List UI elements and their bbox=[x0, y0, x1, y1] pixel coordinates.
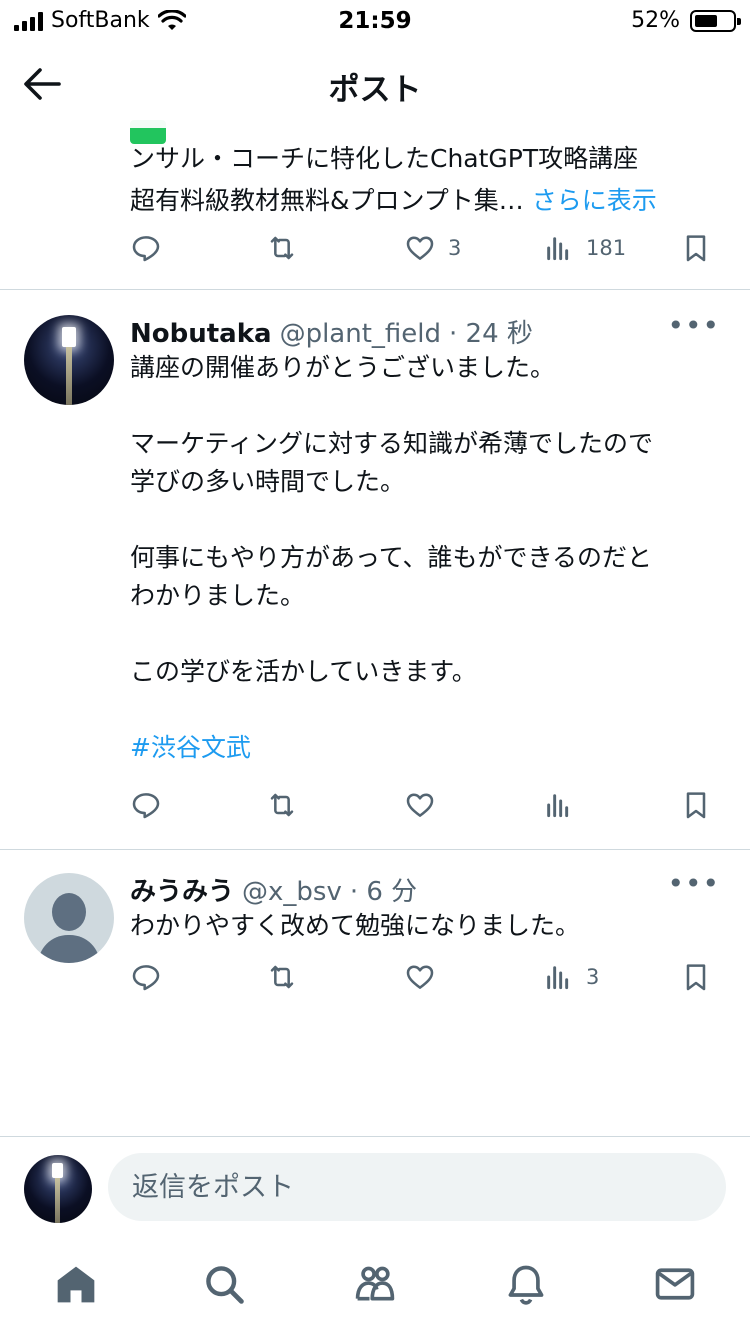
post-header: みうみう @x_bsv · 6 分 bbox=[130, 871, 417, 908]
views-button[interactable] bbox=[542, 783, 574, 827]
post-text-line: わかりやすく改めて勉強になりました。 bbox=[130, 911, 581, 940]
reply-composer bbox=[0, 1136, 750, 1240]
battery-percent: 52% bbox=[631, 8, 680, 33]
user-handle[interactable]: @plant_field bbox=[280, 319, 441, 349]
post-text-line: 何事にもやり方があって、誰もができるのだと bbox=[130, 543, 653, 572]
battery-icon bbox=[690, 9, 741, 32]
search-icon bbox=[206, 1266, 244, 1304]
views-button[interactable]: 181 bbox=[542, 226, 626, 270]
tab-communities[interactable] bbox=[351, 1260, 399, 1308]
post-text-line bbox=[130, 501, 730, 539]
post-header: Nobutaka @plant_field · 24 秒 bbox=[130, 313, 533, 350]
reply-button[interactable] bbox=[130, 955, 162, 999]
avatar bbox=[24, 1155, 92, 1223]
repost-icon bbox=[270, 236, 294, 260]
tab-notifications[interactable] bbox=[502, 1260, 550, 1308]
like-button[interactable]: 3 bbox=[404, 226, 461, 270]
more-options-icon[interactable]: ••• bbox=[667, 309, 720, 342]
page-title: ポスト bbox=[328, 72, 422, 108]
views-icon bbox=[547, 966, 569, 990]
display-name[interactable]: みうみう bbox=[130, 871, 234, 908]
reply-input[interactable] bbox=[108, 1153, 726, 1221]
post-text-line bbox=[130, 387, 730, 425]
post-actions: 3 bbox=[130, 955, 720, 999]
repost-button[interactable] bbox=[266, 226, 298, 270]
like-button[interactable] bbox=[404, 955, 436, 999]
heart-icon bbox=[406, 793, 434, 817]
bookmark-icon bbox=[686, 235, 706, 262]
post-time: · 6 分 bbox=[349, 877, 418, 907]
post-text: ンサル・コーチに特化したChatGPT攻略講座 超有料級教材無料&プロンプト集…… bbox=[130, 138, 730, 222]
post-text-line: この学びを活かしていきます。 bbox=[130, 657, 477, 686]
reply-post[interactable]: みうみう @x_bsv · 6 分 ••• わかりやすく改めて勉強になりました。… bbox=[0, 851, 750, 1041]
parent-post-fragment: ンサル・コーチに特化したChatGPT攻略講座 超有料級教材無料&プロンプト集…… bbox=[0, 110, 750, 290]
views-icon bbox=[547, 794, 569, 818]
bottom-tab-bar bbox=[0, 1240, 750, 1334]
home-icon bbox=[57, 1266, 95, 1303]
post-text-line: 超有料級教材無料&プロンプト集… さらに表示 bbox=[130, 186, 657, 215]
more-options-icon[interactable]: ••• bbox=[667, 867, 720, 900]
post-time: · 24 秒 bbox=[449, 319, 533, 349]
communities-icon bbox=[355, 1266, 395, 1301]
views-icon bbox=[547, 237, 569, 261]
repost-icon bbox=[270, 793, 294, 817]
heart-icon bbox=[406, 965, 434, 989]
post-actions: 3 181 bbox=[130, 226, 720, 270]
reply-icon bbox=[132, 965, 160, 991]
tab-search[interactable] bbox=[200, 1260, 248, 1308]
display-name[interactable]: Nobutaka bbox=[130, 319, 272, 349]
reply-post[interactable]: Nobutaka @plant_field · 24 秒 ••• 講座の開催あり… bbox=[0, 291, 750, 850]
views-button[interactable]: 3 bbox=[542, 955, 599, 999]
bookmark-icon bbox=[686, 792, 706, 819]
notifications-icon bbox=[508, 1265, 544, 1305]
bookmark-button[interactable] bbox=[680, 226, 712, 270]
tab-messages[interactable] bbox=[651, 1260, 699, 1308]
post-text-line bbox=[130, 691, 730, 729]
reply-icon bbox=[132, 236, 160, 262]
post-text-line: 学びの多い時間でした。 bbox=[130, 467, 406, 496]
like-button[interactable] bbox=[404, 783, 436, 827]
post-body: わかりやすく改めて勉強になりました。 bbox=[130, 907, 730, 945]
post-text-line bbox=[130, 615, 730, 653]
status-right: 52% bbox=[631, 8, 741, 33]
messages-icon bbox=[655, 1268, 695, 1300]
bookmark-button[interactable] bbox=[680, 955, 712, 999]
show-more-link[interactable]: さらに表示 bbox=[532, 186, 657, 215]
reply-icon bbox=[132, 793, 160, 819]
bookmark-button[interactable] bbox=[680, 783, 712, 827]
post-text-line: ンサル・コーチに特化したChatGPT攻略講座 bbox=[130, 144, 639, 173]
post-body: 講座の開催ありがとうございました。 マーケティングに対する知識が希薄でしたので … bbox=[130, 349, 730, 767]
top-nav: ポスト bbox=[0, 42, 750, 128]
heart-icon bbox=[406, 236, 434, 260]
avatar[interactable] bbox=[24, 315, 114, 405]
post-actions bbox=[130, 783, 720, 827]
post-text-line: 講座の開催ありがとうございました。 bbox=[130, 353, 556, 382]
avatar[interactable] bbox=[24, 873, 114, 963]
like-count: 3 bbox=[448, 236, 462, 260]
user-handle[interactable]: @x_bsv bbox=[242, 877, 342, 907]
post-text-line: わかりました。 bbox=[130, 581, 306, 610]
view-count: 181 bbox=[586, 236, 627, 260]
view-count: 3 bbox=[586, 965, 600, 989]
bookmark-icon bbox=[686, 964, 706, 991]
status-bar: SoftBank 21:59 52% bbox=[0, 0, 750, 42]
hashtag-link[interactable]: #渋谷文武 bbox=[130, 729, 730, 767]
reply-button[interactable] bbox=[130, 226, 162, 270]
tab-home[interactable] bbox=[52, 1260, 100, 1308]
repost-button[interactable] bbox=[266, 783, 298, 827]
reply-button[interactable] bbox=[130, 783, 162, 827]
repost-icon bbox=[270, 965, 294, 989]
post-text-line: マーケティングに対する知識が希薄でしたので bbox=[130, 429, 654, 458]
repost-button[interactable] bbox=[266, 955, 298, 999]
